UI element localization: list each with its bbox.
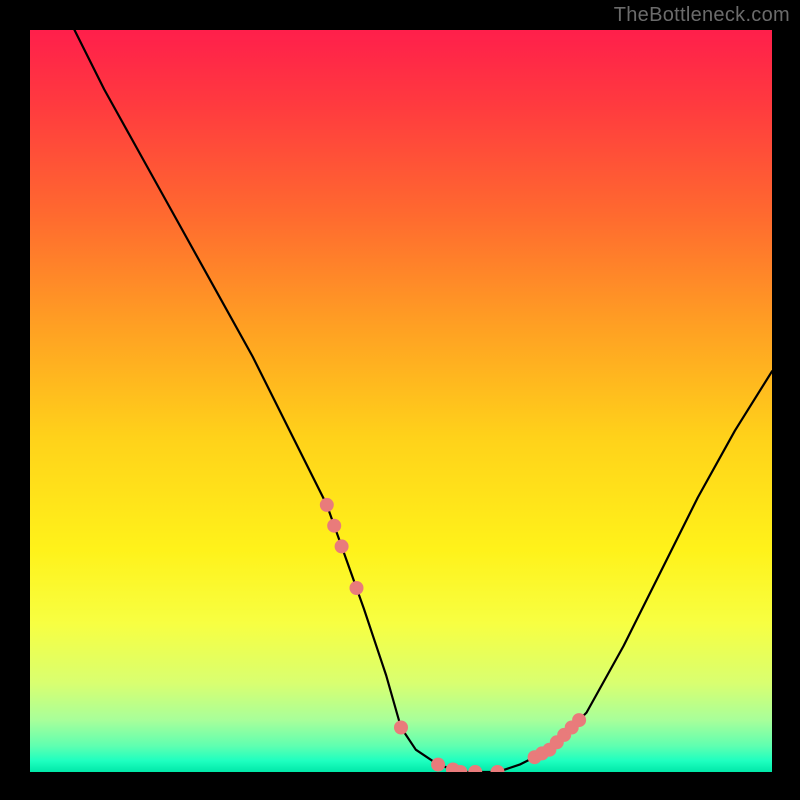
bottleneck-chart (0, 0, 800, 800)
curve-dot (350, 581, 364, 595)
curve-dot (431, 758, 445, 772)
curve-dot (491, 765, 505, 779)
chart-stage: TheBottleneck.com (0, 0, 800, 800)
curve-dot (453, 765, 467, 779)
curve-dot (394, 721, 408, 735)
curve-dot (468, 765, 482, 779)
curve-dot (327, 519, 341, 533)
curve-dot (320, 498, 334, 512)
curve-dot (335, 539, 349, 553)
curve-dot (572, 713, 586, 727)
plot-background (30, 30, 772, 772)
